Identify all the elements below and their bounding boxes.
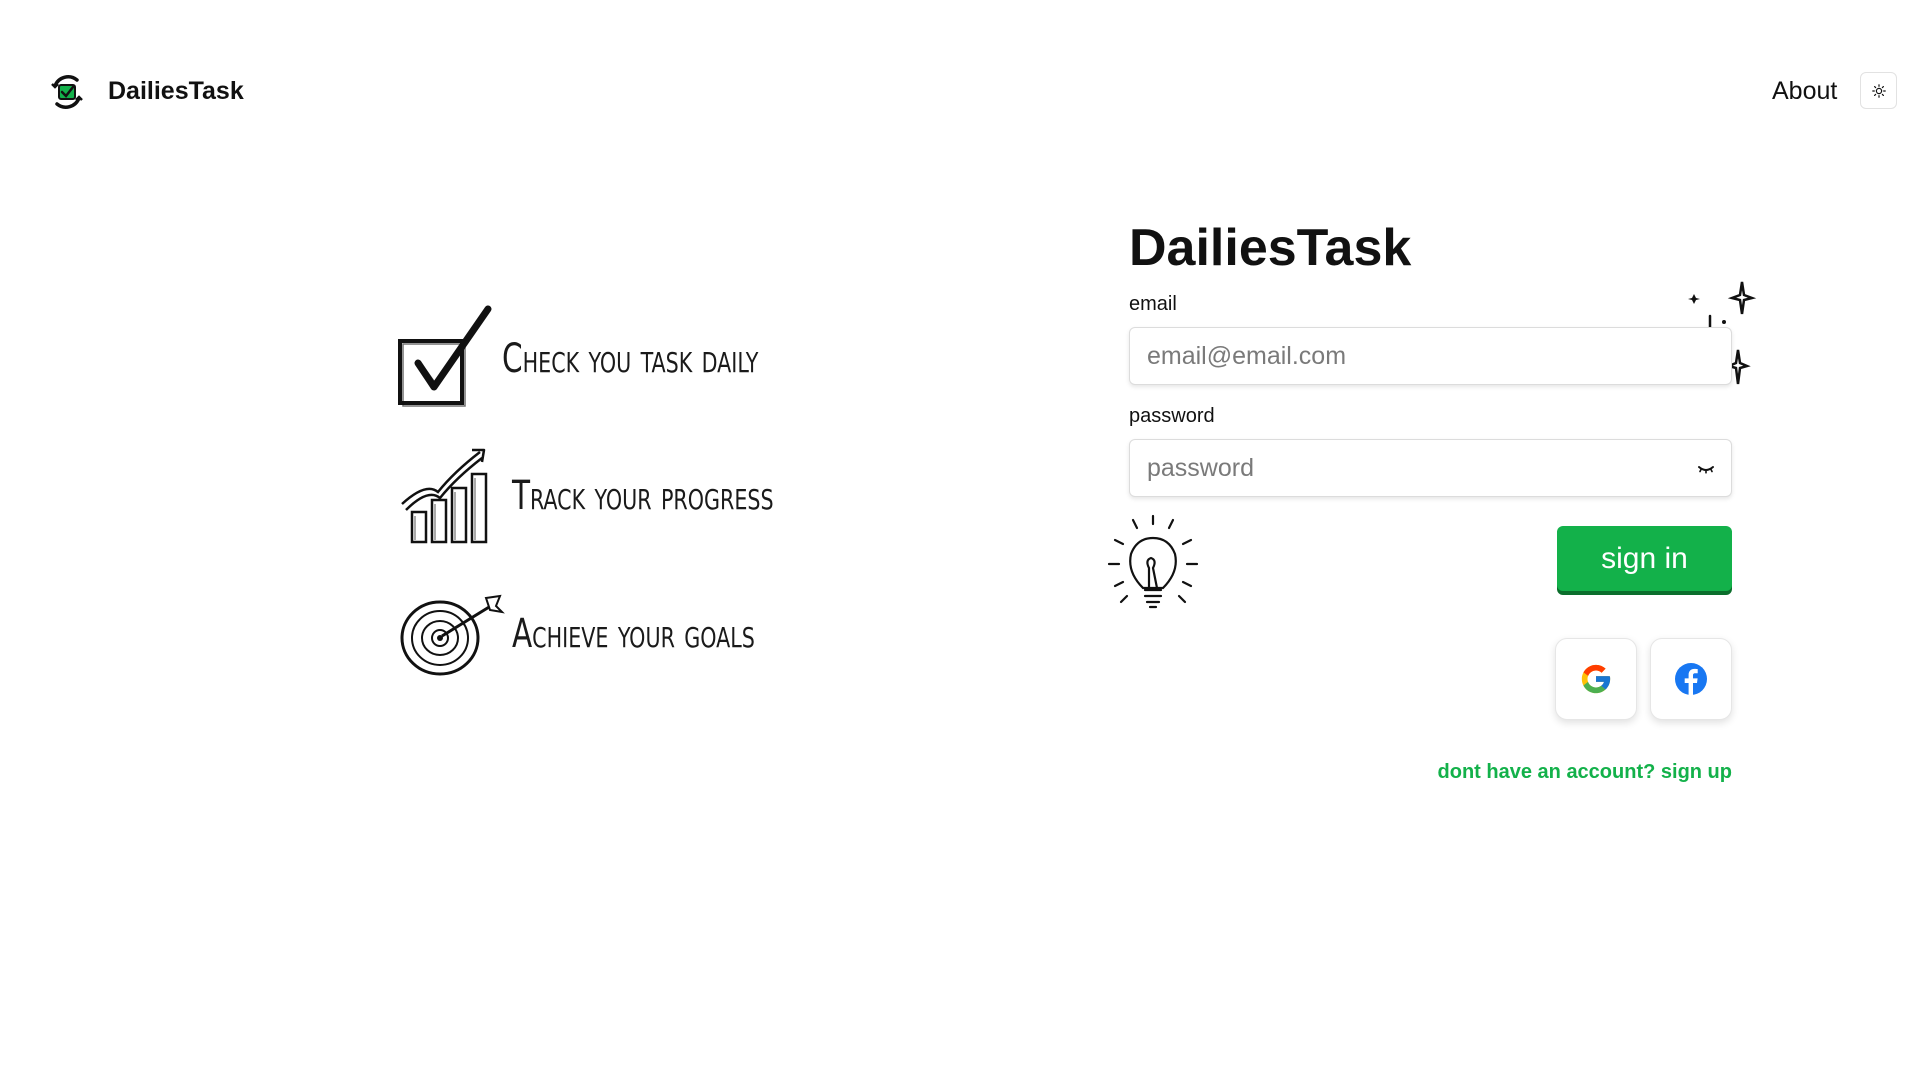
checkbox-check-icon: [398, 305, 492, 407]
theme-toggle-button[interactable]: [1860, 72, 1897, 109]
top-nav: DailiesTask About: [0, 0, 1920, 180]
login-title: DailiesTask: [1129, 219, 1412, 277]
target-dart-icon: [400, 594, 505, 676]
facebook-icon: [1675, 663, 1707, 695]
sign-up-link[interactable]: dont have an account? sign up: [1300, 760, 1732, 784]
feature-check-tasks: Check you task daily: [392, 305, 815, 413]
sun-icon: [1871, 83, 1886, 98]
checklist-logo-icon[interactable]: [47, 72, 87, 112]
facebook-login-button[interactable]: [1650, 638, 1732, 720]
email-field[interactable]: [1129, 327, 1732, 385]
sign-in-button[interactable]: sign in: [1557, 526, 1732, 591]
feature-label: Track your progress: [512, 473, 774, 519]
feature-track-progress: Track your progress: [396, 442, 831, 550]
eye-closed-icon[interactable]: [1694, 458, 1718, 478]
feature-label: Achieve your goals: [512, 611, 755, 657]
feature-achieve-goals: Achieve your goals: [398, 580, 808, 688]
feature-label: Check you task daily: [502, 336, 759, 382]
google-login-button[interactable]: [1555, 638, 1637, 720]
lightbulb-icon: [1107, 514, 1199, 609]
password-label: password: [1129, 405, 1215, 427]
brand-name[interactable]: DailiesTask: [108, 75, 244, 107]
email-label: email: [1129, 293, 1177, 315]
growth-chart-icon: [401, 448, 488, 544]
password-field[interactable]: [1129, 439, 1732, 497]
google-icon: [1581, 664, 1611, 694]
about-link[interactable]: About: [1772, 75, 1837, 107]
